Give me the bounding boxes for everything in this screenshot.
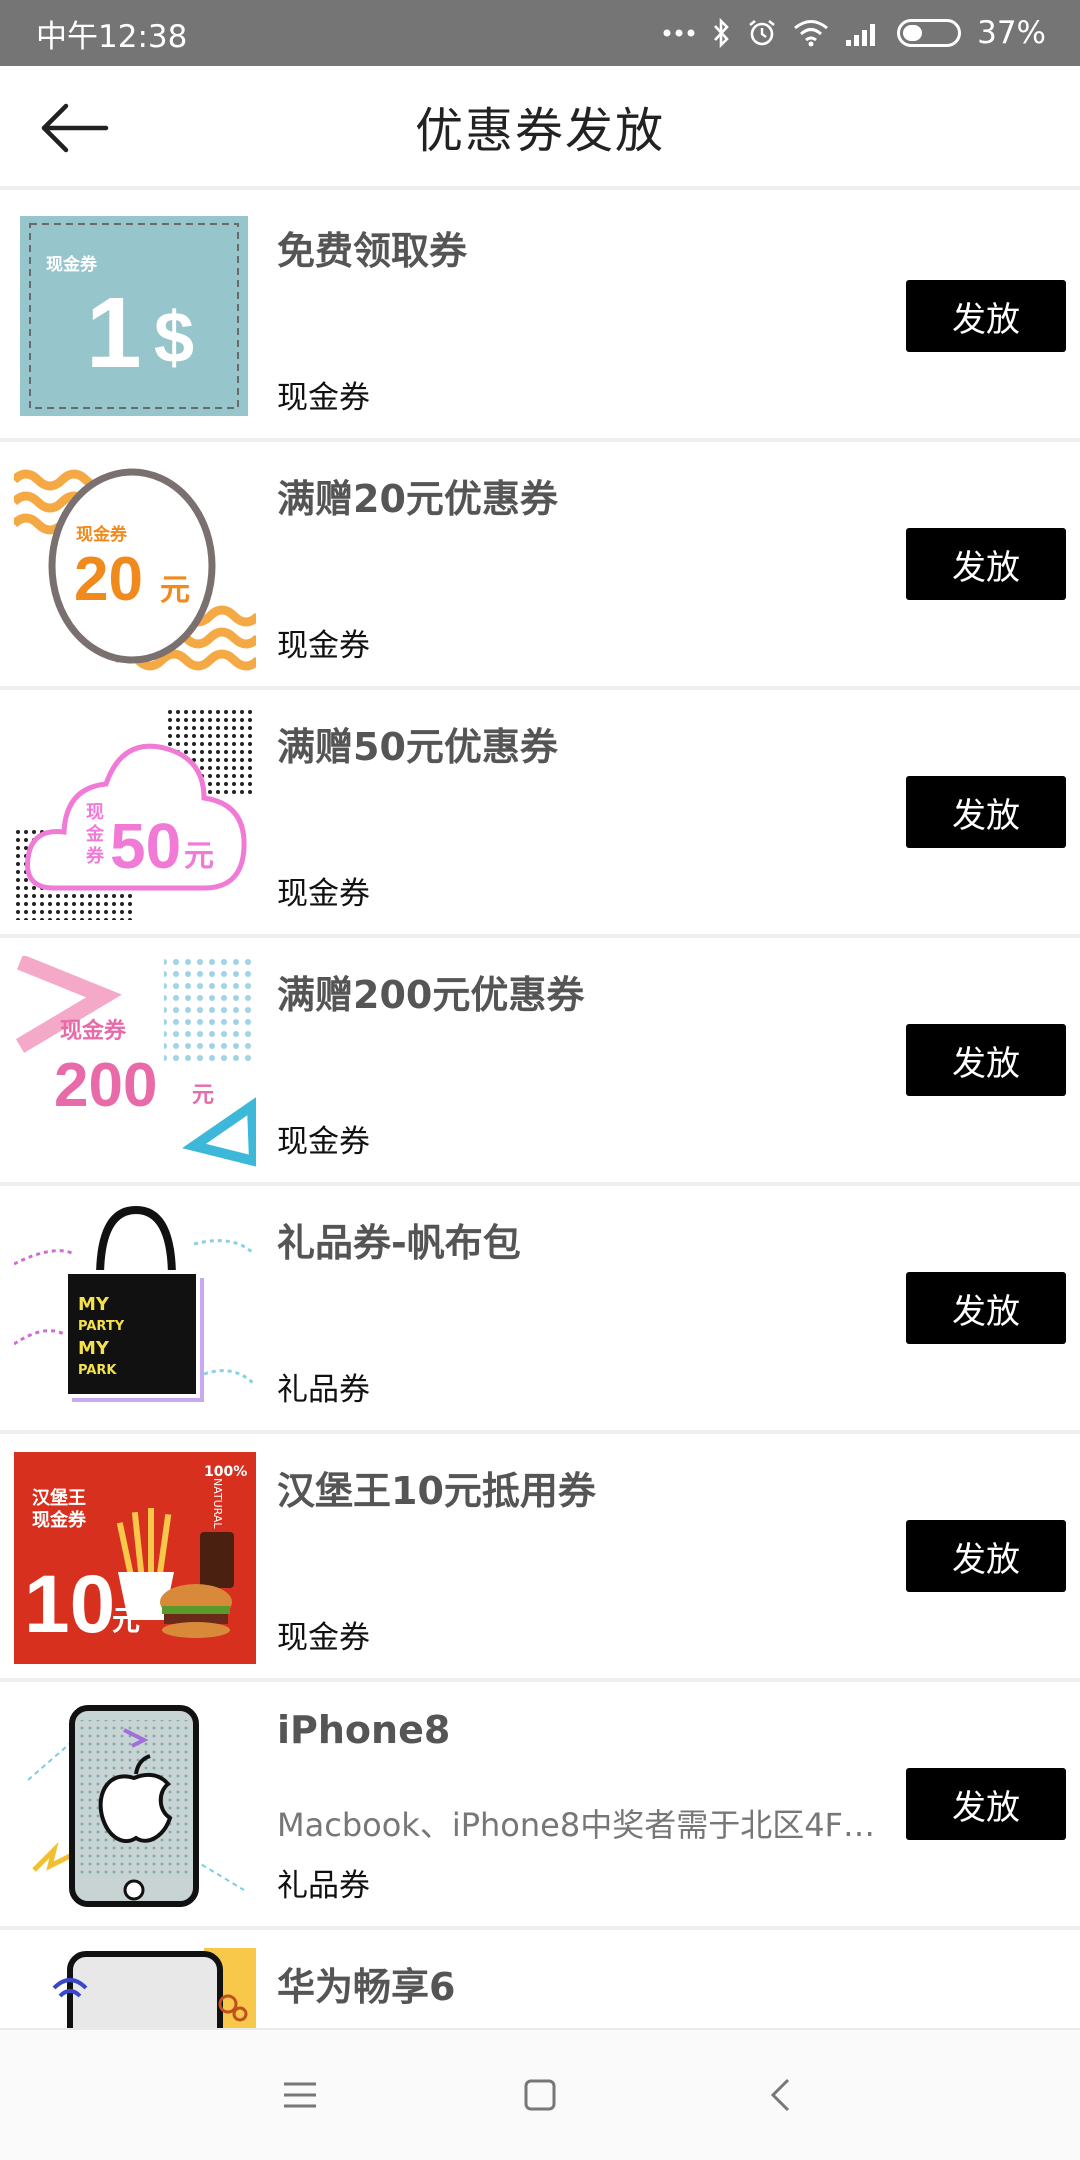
coupon-category: 现金券 — [277, 876, 370, 912]
coupon-thumbnail: MY PARTY MY PARK — [14, 1204, 256, 1416]
issue-button[interactable]: 发放 — [906, 528, 1066, 600]
coupon-item[interactable]: 现金券 200 元 满赠200元优惠券 现金券 发放 — [0, 938, 1080, 1186]
svg-text:MY: MY — [78, 1294, 110, 1315]
page-title: 优惠券发放 — [414, 103, 665, 159]
coupon-thumbnail: 现金券 200 元 — [14, 956, 256, 1168]
coupon-item[interactable]: 华为畅享6 — [0, 1930, 1080, 2028]
coupon-list[interactable]: 现金券 1 $ 免费领取券 现金券 发放 现金券 20 元 满赠20元优惠券 现… — [0, 194, 1080, 2028]
menu-button[interactable] — [260, 2055, 340, 2135]
svg-text:元: 元 — [160, 573, 190, 608]
bluetooth-icon — [711, 18, 731, 48]
status-icons: 37% — [663, 15, 1046, 51]
nav-back-button[interactable] — [740, 2055, 820, 2135]
menu-icon — [284, 2082, 316, 2108]
coupon-thumbnail: 现 金 券 50 元 — [14, 708, 256, 920]
more-dots-icon — [663, 28, 695, 38]
svg-text:现金券: 现金券 — [60, 1018, 127, 1044]
coupon-title: 满赠20元优惠券 — [277, 477, 558, 521]
battery-icon — [897, 19, 962, 47]
issue-button[interactable]: 发放 — [906, 776, 1066, 848]
coupon-category: 现金券 — [277, 628, 370, 664]
svg-text:PARK: PARK — [78, 1363, 117, 1378]
issue-button[interactable]: 发放 — [906, 1520, 1066, 1592]
coupon-title: 免费领取券 — [277, 229, 468, 273]
svg-text:20: 20 — [74, 545, 143, 614]
svg-text:$: $ — [154, 298, 194, 378]
svg-text:200: 200 — [54, 1051, 157, 1120]
issue-button[interactable]: 发放 — [906, 280, 1066, 352]
svg-text:券: 券 — [85, 845, 105, 867]
coupon-thumbnail: 现金券 1 $ — [14, 212, 256, 424]
status-bar: 中午12:38 37% — [0, 0, 1080, 66]
coupon-item[interactable]: 现金券 20 元 满赠20元优惠券 现金券 发放 — [0, 442, 1080, 690]
svg-text:1: 1 — [86, 277, 142, 389]
signal-icon — [845, 20, 881, 46]
coupon-thumbnail — [14, 1700, 256, 1912]
coupon-thumbnail — [14, 1948, 256, 2028]
svg-text:10: 10 — [24, 1559, 115, 1650]
coupon-category: 礼品券 — [277, 1372, 370, 1408]
svg-text:汉堡王: 汉堡王 — [32, 1487, 86, 1509]
app-header: 优惠券发放 — [0, 66, 1080, 190]
battery-level — [903, 25, 923, 41]
svg-text:MY: MY — [78, 1338, 110, 1359]
coupon-title: 满赠50元优惠券 — [277, 725, 558, 769]
coupon-category: 现金券 — [277, 380, 370, 416]
coupon-title: iPhone8 — [277, 1708, 451, 1752]
coupon-thumbnail: 汉堡王 现金券 10 元 100% NATURAL — [14, 1452, 256, 1664]
svg-text:NATURAL: NATURAL — [211, 1478, 224, 1529]
alarm-icon — [747, 18, 777, 48]
status-time: 中午12:38 — [36, 18, 188, 55]
coupon-category: 现金券 — [277, 1620, 370, 1656]
coupon-title: 礼品券-帆布包 — [277, 1221, 521, 1265]
back-button[interactable] — [36, 94, 112, 162]
back-arrow-icon — [41, 103, 109, 153]
coupon-thumbnail: 现金券 20 元 — [14, 460, 256, 672]
coupon-item[interactable]: 汉堡王 现金券 10 元 100% NATURAL 汉堡王10元抵用券 现金券 … — [0, 1434, 1080, 1682]
svg-text:现金券: 现金券 — [46, 254, 98, 275]
svg-text:元: 元 — [192, 1083, 214, 1108]
back-icon — [770, 2078, 790, 2112]
home-icon — [524, 2079, 556, 2111]
coupon-title: 满赠200元优惠券 — [277, 973, 585, 1017]
system-nav-bar — [0, 2028, 1080, 2160]
coupon-item[interactable]: 现金券 1 $ 免费领取券 现金券 发放 — [0, 194, 1080, 442]
svg-text:现金券: 现金券 — [32, 1509, 87, 1531]
coupon-category: 现金券 — [277, 1124, 370, 1160]
svg-text:现: 现 — [86, 802, 104, 823]
issue-button[interactable]: 发放 — [906, 1768, 1066, 1840]
home-button[interactable] — [500, 2055, 580, 2135]
coupon-title: 华为畅享6 — [277, 1965, 456, 2009]
svg-text:100%: 100% — [204, 1464, 247, 1480]
svg-text:PARTY: PARTY — [78, 1319, 125, 1334]
issue-button[interactable]: 发放 — [906, 1272, 1066, 1344]
coupon-description: Macbook、iPhone8中奖者需于北区4F财务部领取 — [277, 1806, 889, 1844]
battery-percent: 37% — [977, 15, 1046, 51]
wifi-icon — [793, 19, 829, 47]
coupon-title: 汉堡王10元抵用券 — [277, 1469, 596, 1513]
coupon-item[interactable]: MY PARTY MY PARK 礼品券-帆布包 礼品券 发放 — [0, 1186, 1080, 1434]
svg-text:50: 50 — [110, 810, 181, 882]
svg-text:元: 元 — [184, 839, 214, 874]
coupon-category: 礼品券 — [277, 1868, 370, 1904]
coupon-item[interactable]: 现 金 券 50 元 满赠50元优惠券 现金券 发放 — [0, 690, 1080, 938]
svg-text:现金券: 现金券 — [76, 524, 128, 545]
coupon-item[interactable]: iPhone8 Macbook、iPhone8中奖者需于北区4F财务部领取 礼品… — [0, 1682, 1080, 1930]
svg-text:金: 金 — [85, 823, 105, 845]
issue-button[interactable]: 发放 — [906, 1024, 1066, 1096]
